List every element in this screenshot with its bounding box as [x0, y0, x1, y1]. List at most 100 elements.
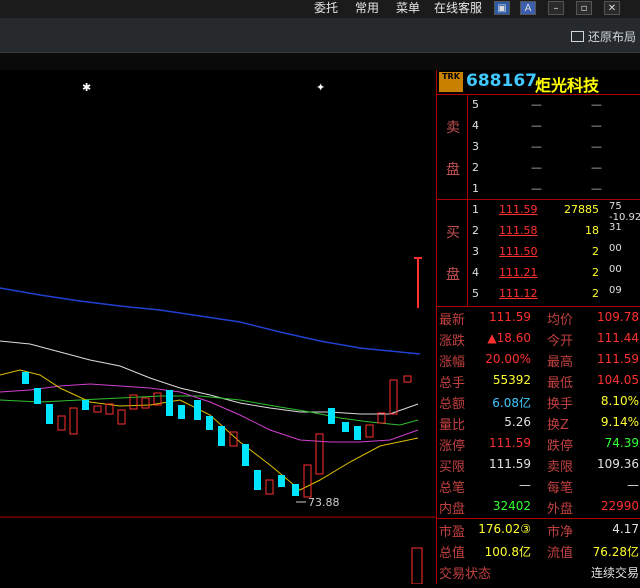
font-icon[interactable]: A — [520, 1, 536, 15]
menu-common[interactable]: 常用 — [355, 0, 379, 16]
candle — [194, 400, 201, 420]
level-num: 5 — [472, 98, 479, 111]
stat-value: 22990 — [600, 499, 639, 513]
price: 111.58 — [499, 224, 538, 237]
candle — [166, 390, 173, 416]
stat-label: 均价 — [547, 313, 574, 328]
candle — [315, 433, 324, 475]
stat-label: 今开 — [547, 334, 574, 349]
stat-value: 111.59 — [489, 436, 531, 450]
maximize-icon[interactable]: ▫ — [576, 1, 592, 15]
sell-side-label: 卖 盘 — [437, 95, 468, 203]
stat-label: 最高 — [547, 355, 574, 370]
stat-value: 9.14% — [600, 415, 639, 429]
sell-level-2[interactable]: 2 — — — [467, 158, 640, 179]
stat-row: 交易状态 连续交易 — [437, 561, 640, 582]
pan-char: 盘 — [446, 267, 460, 283]
candle — [328, 408, 335, 424]
volume: 27885 — [564, 203, 599, 216]
stat-row: 涨跌 ▲18.60 今开 111.44 — [437, 328, 640, 349]
stat-value: 100.8亿 — [484, 545, 531, 559]
stat-row: 内盘 32402 外盘 22990 — [437, 496, 640, 517]
stat-row: 涨停 111.59 跌停 74.39 — [437, 433, 640, 454]
candle — [265, 479, 274, 495]
volume: 2 — [592, 245, 599, 258]
candle — [389, 379, 398, 415]
window-icon[interactable]: ▣ — [494, 1, 510, 15]
volume-bar — [411, 547, 423, 585]
stock-code: 688167 — [466, 71, 537, 91]
stat-row: 买限 111.59 卖限 109.36 — [437, 454, 640, 475]
buy-level-5[interactable]: 5 111.12 2 09 — [467, 284, 640, 305]
kline-chart[interactable]: ✱ ✦ 73.88 — [0, 70, 436, 585]
candle — [93, 405, 102, 413]
volume: — — [591, 161, 602, 174]
volume: 18 — [585, 224, 599, 237]
close-icon[interactable]: ✕ — [604, 1, 620, 15]
stat-label: 最低 — [547, 376, 574, 391]
stat-value: — — [519, 478, 531, 492]
sell-orders: 卖 盘 5 — — 4 — — 3 — — 2 — — 1 — — — [437, 95, 640, 203]
candle — [105, 403, 114, 415]
stat-label: 流值 — [547, 546, 574, 561]
price: 111.12 — [499, 287, 538, 300]
candle — [342, 422, 349, 432]
price: 111.59 — [499, 203, 538, 216]
price: — — [531, 140, 542, 153]
level-num: 2 — [472, 161, 479, 174]
stat-value: 109.78 — [597, 310, 639, 324]
stat-label: 涨跌 — [439, 334, 466, 349]
level-num: 1 — [472, 203, 479, 216]
buy-level-3[interactable]: 3 111.50 2 00 — [467, 242, 640, 263]
stat-label: 卖限 — [547, 460, 574, 475]
trk-badge[interactable]: TRK — [439, 72, 463, 92]
buy-level-4[interactable]: 4 111.21 2 00 — [467, 263, 640, 284]
extra: 09 — [609, 285, 622, 296]
sell-level-5[interactable]: 5 — — — [467, 95, 640, 116]
buy-char: 买 — [446, 225, 460, 241]
stat-row: 总额 6.08亿 换手 8.10% — [437, 391, 640, 412]
stat-value: 6.08亿 — [492, 396, 531, 410]
level-num: 1 — [472, 182, 479, 195]
level-num: 5 — [472, 287, 479, 300]
menu-menu[interactable]: 菜单 — [396, 0, 420, 16]
candle — [82, 400, 89, 410]
buy-level-2[interactable]: 2 111.58 18 31 — [467, 221, 640, 242]
stat-row: 最新 111.59 均价 109.78 — [437, 307, 640, 328]
stat-row: 市盈 176.02③ 市净 4.17 — [437, 519, 640, 540]
stat-value: 74.39 — [604, 436, 639, 450]
stat-label: 量比 — [439, 418, 466, 433]
sell-level-4[interactable]: 4 — — — [467, 116, 640, 137]
restore-layout-button[interactable]: 还原布局 — [570, 28, 636, 45]
stat-value: 109.36 — [597, 457, 639, 471]
sell-level-3[interactable]: 3 — — — [467, 137, 640, 158]
level-num: 2 — [472, 224, 479, 237]
level-num: 3 — [472, 140, 479, 153]
candle — [141, 397, 150, 409]
menu-entrust[interactable]: 委托 — [314, 0, 338, 16]
stat-value: 连续交易 — [590, 566, 639, 580]
stat-value: 111.59 — [489, 310, 531, 324]
candle — [292, 484, 299, 496]
price: — — [531, 161, 542, 174]
fundamentals: 市盈 176.02③ 市净 4.17 总值 100.8亿 流值 76.28亿 交易状态 连续交… — [437, 519, 640, 584]
stat-label: 市盈 — [439, 525, 466, 540]
sell-level-1[interactable]: 1 — — — [467, 179, 640, 200]
stat-label: 买限 — [439, 460, 466, 475]
minimize-icon[interactable]: – — [548, 1, 564, 15]
candle — [303, 464, 312, 498]
buy-level-1[interactable]: 1 111.59 27885 75 -10.92 — [467, 200, 640, 223]
toolbar: 还原布局 — [0, 18, 640, 53]
level-num: 4 — [472, 266, 479, 279]
price: 111.50 — [499, 245, 538, 258]
volume: 2 — [592, 287, 599, 300]
candle — [365, 424, 374, 438]
event-marker: ✱ — [82, 81, 91, 94]
volume: — — [591, 182, 602, 195]
menu-online-service[interactable]: 在线客服 — [434, 0, 482, 16]
price: 111.21 — [499, 266, 538, 279]
event-marker: ✦ — [316, 81, 325, 94]
buy-side-label: 买 盘 — [437, 200, 468, 306]
candle — [57, 415, 66, 431]
stat-label: 换Z — [547, 418, 569, 433]
